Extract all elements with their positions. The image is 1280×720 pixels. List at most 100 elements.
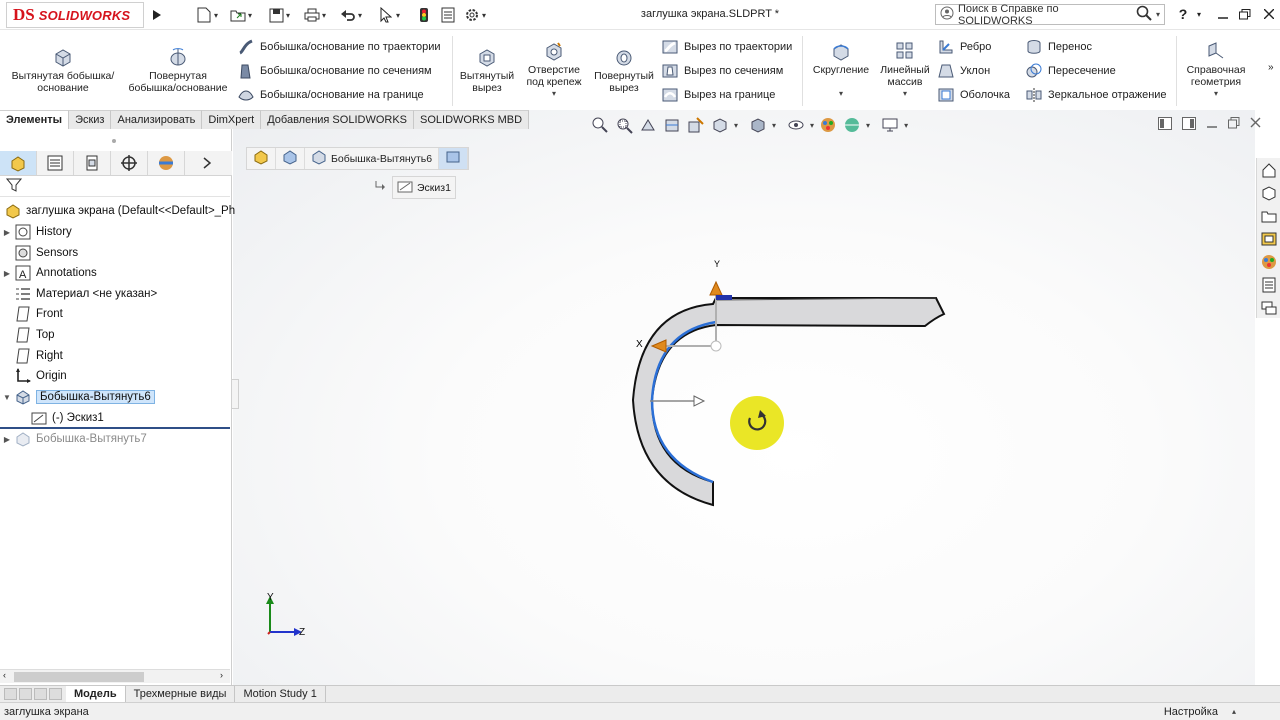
previous-view-icon[interactable] <box>638 115 658 135</box>
tree-item-origin[interactable]: Origin <box>0 366 67 386</box>
breadcrumb-sketch[interactable]: Эскиз1 <box>374 176 456 199</box>
next-tab-button[interactable] <box>34 688 47 700</box>
tab-dimxpert[interactable]: DimXpert <box>202 110 262 129</box>
chevron-down-icon[interactable]: ▾ <box>810 121 814 130</box>
reference-geometry-button[interactable]: Справочная геометрия ▾ <box>1180 40 1252 100</box>
tree-item-front-plane[interactable]: Front <box>0 304 63 324</box>
tree-item-right-plane[interactable]: Right <box>0 346 63 366</box>
panel-grip[interactable] <box>110 135 118 143</box>
property-manager-tab[interactable] <box>37 151 74 175</box>
chevron-up-icon[interactable]: ▴ <box>1232 707 1236 716</box>
draft-button[interactable]: Уклон <box>938 62 990 80</box>
tile-left-icon[interactable] <box>1158 117 1172 133</box>
tab-features[interactable]: Элементы <box>0 110 70 129</box>
dynamic-annotation-icon[interactable] <box>686 115 706 135</box>
scroll-left-icon[interactable]: ‹ <box>3 670 6 680</box>
tab-mbd[interactable]: SOLIDWORKS MBD <box>414 110 530 129</box>
y-axis-arrow[interactable] <box>709 280 723 296</box>
chevron-right-icon[interactable] <box>185 151 229 175</box>
revolved-boss-button[interactable]: Повернутая бобышка/основание <box>124 46 232 94</box>
breadcrumb-part[interactable] <box>247 148 276 169</box>
shell-button[interactable]: Оболочка <box>938 86 1010 104</box>
edit-appearance-icon[interactable] <box>818 115 838 135</box>
file-properties-button[interactable] <box>440 5 456 25</box>
extruded-boss-button[interactable]: Вытянутая бобышка/основание <box>8 46 118 94</box>
filter-icon[interactable] <box>5 177 23 196</box>
lofted-boss-button[interactable]: Бобышка/основание по сечениям <box>238 62 432 80</box>
tree-item-annotations[interactable]: ▶ A Annotations <box>0 263 97 283</box>
wrap-button[interactable]: Перенос <box>1026 38 1092 56</box>
zoom-to-fit-icon[interactable] <box>590 115 610 135</box>
breadcrumb-feature[interactable]: Бобышка-Вытянуть6 <box>305 148 440 169</box>
first-tab-button[interactable] <box>4 688 17 700</box>
last-tab-button[interactable] <box>49 688 62 700</box>
display-manager-tab[interactable] <box>148 151 185 175</box>
chevron-down-icon[interactable]: ▾ <box>839 88 843 100</box>
prev-tab-button[interactable] <box>19 688 32 700</box>
forum-icon[interactable] <box>1258 297 1280 319</box>
chevron-down-icon[interactable]: ▾ <box>903 88 907 100</box>
chevron-down-icon[interactable]: ▾ <box>904 121 908 130</box>
tree-item-boss-extrude6[interactable]: ▼ Бобышка-Вытянуть6 <box>0 387 155 407</box>
intersect-button[interactable]: Пересечение <box>1026 62 1116 80</box>
restore-view-icon[interactable] <box>1228 117 1240 133</box>
hole-wizard-button[interactable]: Отверстие под крепеж ▾ <box>520 40 588 100</box>
sketch-chip[interactable]: Эскиз1 <box>392 176 456 199</box>
breadcrumb-body[interactable] <box>276 148 305 169</box>
zoom-to-area-icon[interactable] <box>614 115 634 135</box>
boundary-boss-button[interactable]: Бобышка/основание на границе <box>238 86 424 104</box>
minimize-view-icon[interactable] <box>1206 117 1218 133</box>
scroll-right-icon[interactable]: › <box>220 670 223 680</box>
configuration-manager-tab[interactable] <box>74 151 111 175</box>
tab-3d-views[interactable]: Трехмерные виды <box>126 686 236 702</box>
boundary-cut-button[interactable]: Вырез на границе <box>662 86 775 104</box>
model-view[interactable]: Y X <box>600 250 960 520</box>
appearances-icon[interactable] <box>1258 251 1280 273</box>
scroll-thumb[interactable] <box>14 672 144 682</box>
rib-button[interactable]: Ребро <box>938 38 991 56</box>
mirror-button[interactable]: Зеркальное отражение <box>1026 86 1167 104</box>
hide-show-items-icon[interactable] <box>786 115 806 135</box>
home-icon[interactable] <box>1258 159 1280 181</box>
filter-bar[interactable] <box>0 177 230 197</box>
extruded-cut-button[interactable]: Вытянутый вырез <box>456 46 518 94</box>
minimize-button[interactable] <box>1214 6 1232 22</box>
chevron-down-icon[interactable]: ▾ <box>552 88 556 100</box>
help-search[interactable]: Поиск в Справке по SOLIDWORKS ▾ <box>935 3 1165 27</box>
select-button[interactable]: ▾ <box>378 5 400 25</box>
chevron-down-icon[interactable]: ▾ <box>1156 10 1160 19</box>
swept-cut-button[interactable]: Вырез по траектории <box>662 38 792 56</box>
tree-item-top-plane[interactable]: Top <box>0 325 55 345</box>
search-icon[interactable] <box>1136 5 1152 24</box>
menu-expand-button[interactable] <box>149 5 165 25</box>
undo-button[interactable]: ▾ <box>340 5 362 25</box>
lofted-cut-button[interactable]: Вырез по сечениям <box>662 62 783 80</box>
apply-scene-icon[interactable] <box>842 115 862 135</box>
customize-label[interactable]: Настройка <box>1164 706 1218 718</box>
tree-item-material[interactable]: Материал <не указан> <box>0 284 157 304</box>
tab-addins[interactable]: Добавления SOLIDWORKS <box>261 110 415 129</box>
custom-properties-icon[interactable] <box>1258 274 1280 296</box>
tree-item-boss-extrude7[interactable]: ▶ Бобышка-Вытянуть7 <box>0 429 147 449</box>
rebuild-button[interactable] <box>416 5 432 25</box>
chevron-down-icon[interactable]: ▾ <box>866 121 870 130</box>
close-view-icon[interactable] <box>1250 117 1261 133</box>
chevron-right-icon[interactable]: » <box>1268 62 1274 73</box>
design-library-icon[interactable] <box>1258 182 1280 204</box>
expand-arrow-icon[interactable]: ▶ <box>0 269 14 278</box>
tree-root[interactable]: заглушка экрана (Default<<Default>_Ph <box>4 201 235 221</box>
horizontal-scrollbar[interactable]: ‹ › <box>0 669 230 683</box>
view-orientation-icon[interactable] <box>710 115 730 135</box>
chevron-down-icon[interactable]: ▾ <box>734 121 738 130</box>
tree-item-sensors[interactable]: Sensors <box>0 243 78 263</box>
tree-item-sketch1[interactable]: (-) Эскиз1 <box>30 408 104 428</box>
expand-arrow-icon[interactable]: ▶ <box>0 435 14 444</box>
chevron-down-icon[interactable]: ▾ <box>1214 88 1218 100</box>
breadcrumb-face[interactable] <box>439 148 469 169</box>
tab-motion-study[interactable]: Motion Study 1 <box>235 686 326 702</box>
tab-sketch[interactable]: Эскиз <box>69 110 112 129</box>
section-view-icon[interactable] <box>662 115 682 135</box>
fillet-button[interactable]: Скругление ▾ <box>808 40 874 100</box>
open-button[interactable]: ▾ <box>230 5 252 25</box>
panel-splitter[interactable] <box>231 379 239 409</box>
